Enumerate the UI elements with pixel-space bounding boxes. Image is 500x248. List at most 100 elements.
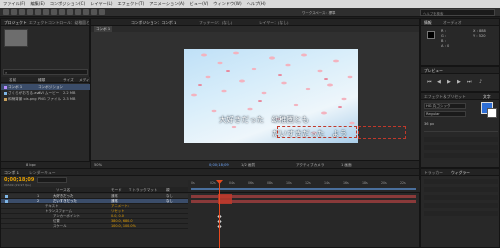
- tab-audio[interactable]: オーディオ: [443, 20, 462, 25]
- scale-row[interactable]: [424, 153, 498, 158]
- col-trackmatte[interactable]: T トラックマット: [129, 187, 158, 193]
- play-icon[interactable]: ▶: [447, 79, 451, 85]
- puppet-tool-icon[interactable]: [99, 9, 105, 15]
- table-row[interactable]: スケール 100.0, 100.0%: [1, 224, 188, 229]
- project-thumbnail: [4, 29, 28, 47]
- hand-tool-icon[interactable]: [11, 9, 17, 15]
- tracker-row[interactable]: [424, 203, 498, 208]
- timeline-search-input[interactable]: [37, 177, 67, 183]
- brush-tool-icon[interactable]: [67, 9, 73, 15]
- ruler-tick-label: 22s: [400, 181, 406, 185]
- breadcrumb: コンポ 1: [91, 26, 419, 32]
- stroke-color-swatch[interactable]: [487, 108, 497, 118]
- tab-composition[interactable]: コンポジション：コンポ 1: [131, 20, 176, 25]
- comp-tabbar: コンポジション：コンポ 1 フッテージ：(なし) レイヤー：(なし): [91, 19, 419, 26]
- text-tool-icon[interactable]: [59, 9, 65, 15]
- col-mode[interactable]: モード: [111, 187, 122, 193]
- font-style-select[interactable]: Regular: [424, 111, 466, 117]
- item-name: コンポ 1: [8, 85, 23, 89]
- composition-viewer[interactable]: 大好きだった 幼稚園とも だいすきだった よう: [184, 49, 358, 143]
- pen-tool-icon[interactable]: [51, 9, 57, 15]
- project-tabbar: プロジェクト エフェクトコントロール：幼稚園とも: [1, 19, 94, 26]
- first-frame-icon[interactable]: ⏮: [427, 79, 432, 85]
- tab-wiggler[interactable]: ウィグラー: [451, 170, 470, 175]
- layer-column-header: ソース名 モード T トラックマット 親: [1, 187, 188, 193]
- composition-icon: [4, 85, 7, 89]
- tab-footage[interactable]: フッテージ：(なし): [199, 20, 232, 25]
- ruler-tick-label: 08s: [267, 181, 273, 185]
- selected-keyframe-region[interactable]: [218, 194, 232, 204]
- prev-frame-icon[interactable]: ◀: [437, 79, 441, 85]
- list-item[interactable]: 和柄背景 ois.png PNG ファイル 2.3 MB: [1, 96, 91, 102]
- menu-item-1[interactable]: 編集(E): [30, 1, 44, 7]
- menu-item-7[interactable]: ウィンドウ(W): [213, 1, 241, 7]
- menu-item-8[interactable]: ヘルプ(H): [247, 1, 266, 7]
- tab-preview[interactable]: プレビュー: [424, 68, 443, 73]
- last-frame-icon[interactable]: ⏭: [467, 79, 472, 85]
- work-area-bar[interactable]: [191, 188, 416, 190]
- time-ruler[interactable]: 0s 02s 04s 06s 08s 10s 12s 14s 16s 18s 20s 22s: [188, 180, 421, 193]
- menu-item-0[interactable]: ファイル(F): [3, 1, 25, 7]
- tab-character[interactable]: 文字: [483, 94, 491, 99]
- ruler-tick-label: 04s: [229, 181, 235, 185]
- pan-tool-icon[interactable]: [43, 9, 49, 15]
- col-name[interactable]: 名前: [9, 77, 16, 83]
- ruler-tick-label: 18s: [362, 181, 368, 185]
- next-frame-icon[interactable]: ▶: [457, 79, 461, 85]
- item-type: PNG ファイル: [38, 97, 62, 101]
- leading-row[interactable]: [424, 145, 498, 150]
- menu-item-3[interactable]: レイヤー(L): [90, 1, 112, 7]
- tab-info[interactable]: 情報: [424, 20, 432, 25]
- breadcrumb-comp[interactable]: コンポ 1: [94, 26, 113, 32]
- info-tabbar: 情報 オーディオ: [421, 19, 499, 26]
- ruler-tick-label: 14s: [324, 181, 330, 185]
- font-size-value[interactable]: 36 px: [424, 121, 434, 127]
- stamp-tool-icon[interactable]: [75, 9, 81, 15]
- eraser-tool-icon[interactable]: [83, 9, 89, 15]
- tracker-row[interactable]: [424, 187, 498, 192]
- tracker-row[interactable]: [424, 211, 498, 216]
- col-type[interactable]: 種類: [38, 77, 45, 83]
- tracker-panel: トラッカー ウィグラー: [420, 168, 500, 248]
- menu-item-4[interactable]: エフェクト(T): [117, 1, 144, 7]
- footage-icon: [4, 91, 7, 95]
- tab-effects-presets[interactable]: エフェクト＆プリセット: [424, 94, 466, 99]
- menu-item-2[interactable]: コンポジション(C): [50, 1, 86, 7]
- help-search-input[interactable]: ヘルプを検索: [420, 9, 495, 16]
- selected-layer-bounds[interactable]: [277, 126, 357, 138]
- col-size[interactable]: サイズ: [63, 77, 74, 83]
- tracker-row[interactable]: [424, 195, 498, 200]
- property-value[interactable]: 100.0, 100.0%: [111, 224, 136, 229]
- menu-item-6[interactable]: ビュー(V): [190, 1, 209, 7]
- workspace-label[interactable]: ワークスペース：標準: [302, 10, 335, 15]
- playhead[interactable]: [219, 180, 220, 248]
- col-parent[interactable]: 親: [166, 187, 170, 193]
- tab-effect-controls[interactable]: エフェクトコントロール：幼稚園とも: [29, 20, 94, 25]
- tab-render-queue[interactable]: レンダーキュー: [29, 170, 56, 175]
- font-family-select[interactable]: HG 丸ゴシック: [424, 103, 466, 109]
- selection-tool-icon[interactable]: [3, 9, 9, 15]
- item-name: 和柄背景 ois.png: [8, 97, 37, 101]
- tab-layer[interactable]: レイヤー：(なし): [259, 20, 288, 25]
- menu-item-5[interactable]: アニメーション(A): [149, 1, 184, 7]
- composition-panel: コンポジション：コンポ 1 フッテージ：(なし) レイヤー：(なし) コンポ 1: [90, 18, 420, 168]
- tracking-row[interactable]: [424, 137, 498, 142]
- camera-tool-icon[interactable]: [35, 9, 41, 15]
- rotate-tool-icon[interactable]: [27, 9, 33, 15]
- visibility-icon[interactable]: [5, 200, 8, 203]
- col-source-name[interactable]: ソース名: [56, 187, 70, 193]
- audio-icon[interactable]: ♪: [479, 79, 482, 85]
- visibility-icon[interactable]: [5, 195, 8, 198]
- tab-project[interactable]: プロジェクト: [4, 20, 27, 25]
- roto-tool-icon[interactable]: [91, 9, 97, 15]
- color-swatch: [427, 31, 435, 39]
- tracker-row[interactable]: [424, 179, 498, 184]
- project-panel: プロジェクト エフェクトコントロール：幼稚園とも ⌕ 名前 種類 サイズ メディ…: [0, 18, 97, 168]
- tab-tracker[interactable]: トラッカー: [424, 170, 443, 175]
- tab-timeline-comp[interactable]: コンポ 1: [4, 170, 19, 175]
- ruler-tick-label: 16s: [343, 181, 349, 185]
- zoom-tool-icon[interactable]: [19, 9, 25, 15]
- item-size: 2.3 MB: [63, 97, 76, 101]
- project-search-input[interactable]: ⌕: [3, 69, 88, 75]
- subtitle-line-1[interactable]: 大好きだった 幼稚園とも: [219, 114, 309, 125]
